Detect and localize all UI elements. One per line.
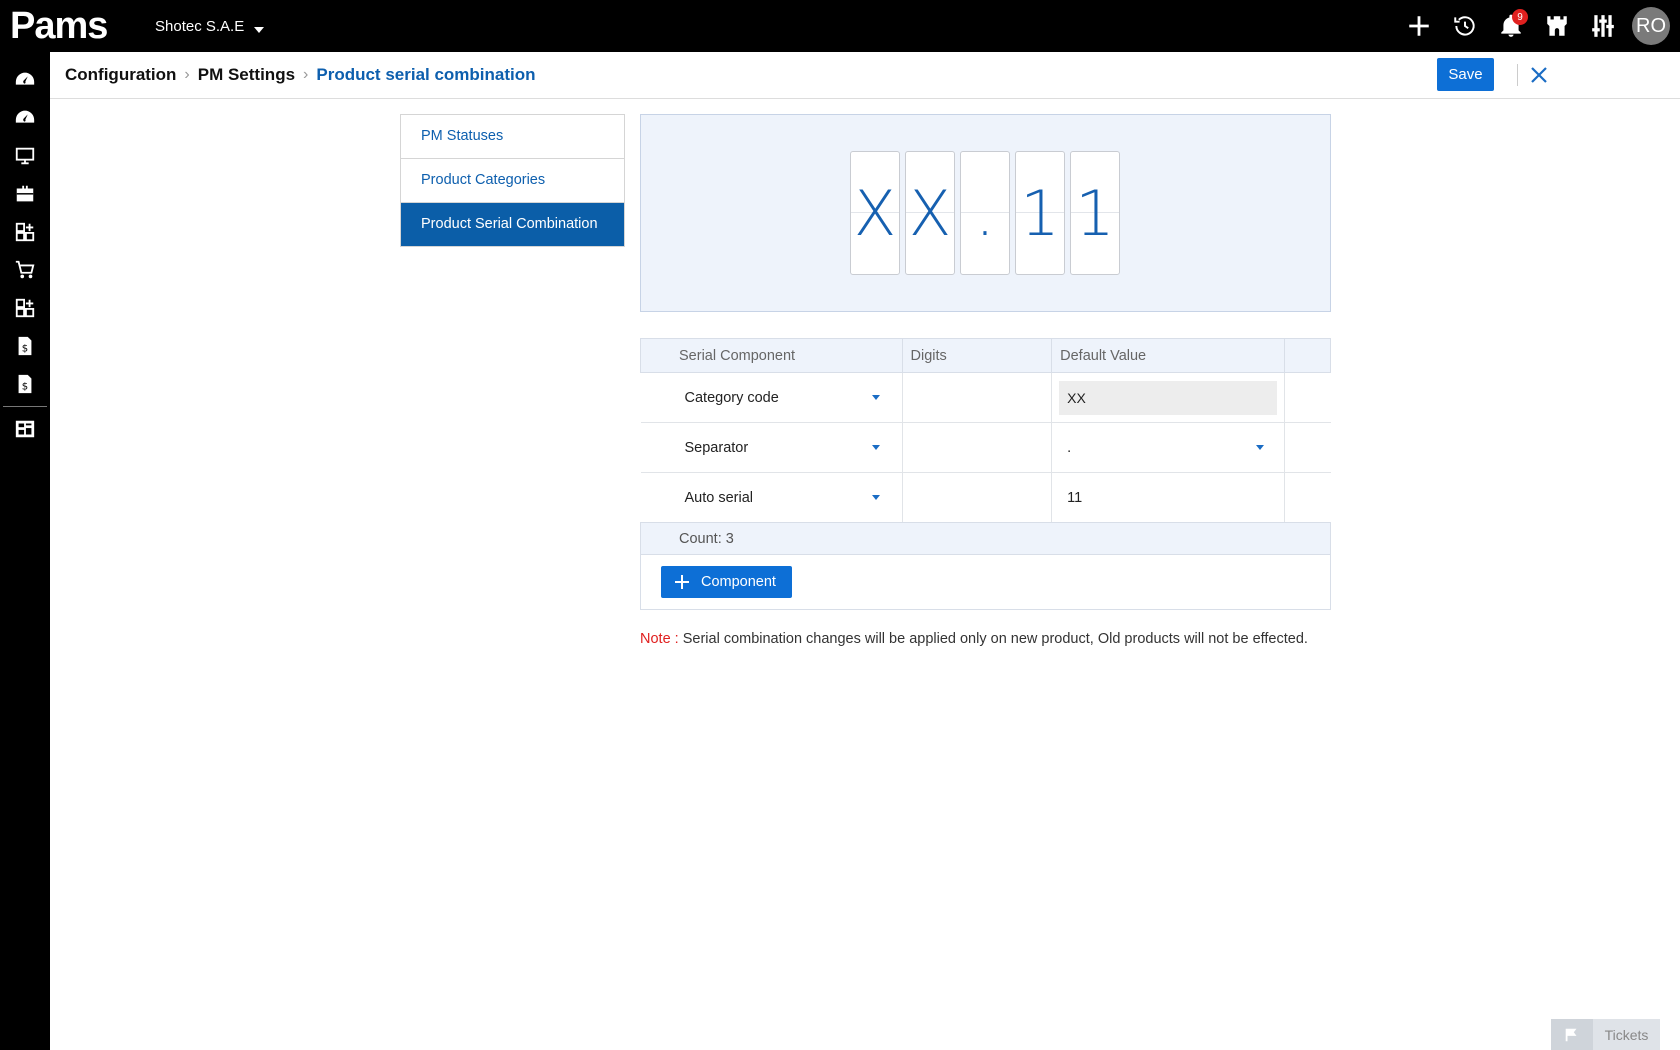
notifications-badge: 9 [1512, 9, 1528, 25]
chevron-right-icon: › [303, 66, 309, 83]
header-digits: Digits [901, 338, 1053, 373]
serial-components-table: Serial Component Digits Default Value Ca… [640, 338, 1331, 523]
table-row: Auto serial 11 [640, 472, 1331, 523]
breadcrumb-configuration[interactable]: Configuration [65, 65, 176, 85]
settings-sliders-icon[interactable] [1580, 0, 1626, 52]
left-nav-rail: $ $ [0, 52, 50, 1050]
save-button[interactable]: Save [1437, 58, 1494, 91]
header-default-value: Default Value [1051, 338, 1286, 373]
component-select[interactable]: Separator [641, 440, 902, 456]
component-value: Separator [684, 439, 749, 456]
cart-icon[interactable] [0, 251, 50, 289]
note-label: Note : [640, 631, 679, 647]
preview-char: . [960, 151, 1010, 275]
castle-icon[interactable] [1534, 0, 1580, 52]
note-text: Note : Serial combination changes will b… [640, 629, 1331, 649]
user-avatar[interactable]: RO [1632, 7, 1670, 45]
modules-icon-2[interactable] [0, 289, 50, 327]
header-serial-component: Serial Component [640, 338, 903, 373]
close-icon[interactable] [1528, 64, 1550, 86]
briefcase-icon[interactable] [0, 175, 50, 213]
default-value-text: 11 [1067, 489, 1083, 506]
chevron-right-icon: › [184, 66, 190, 83]
header-actions [1284, 338, 1331, 373]
invoice-dollar-icon[interactable]: $ [0, 327, 50, 365]
dashboard-gauge-icon[interactable] [0, 61, 50, 99]
caret-down-icon [871, 445, 880, 450]
preview-char: 1 [1015, 151, 1065, 275]
rail-divider [3, 406, 47, 407]
component-value: Auto serial [684, 489, 754, 506]
header-divider [1517, 64, 1518, 86]
default-value: . [1067, 439, 1072, 456]
plus-icon [675, 575, 689, 589]
component-select[interactable]: Category code [641, 390, 902, 406]
monitor-icon[interactable] [0, 137, 50, 175]
add-component-label: Component [701, 574, 776, 590]
modules-icon[interactable] [0, 213, 50, 251]
tickets-label: Tickets [1604, 1026, 1649, 1043]
svg-text:$: $ [22, 344, 28, 355]
component-select[interactable]: Auto serial [641, 490, 902, 506]
history-icon[interactable] [1442, 0, 1488, 52]
company-name: Shotec S.A.E [155, 18, 245, 35]
table-row: Separator . [640, 422, 1331, 473]
settings-menu: PM Statuses Product Categories Product S… [400, 114, 625, 247]
preview-char: X [905, 151, 955, 275]
page-header: Configuration › PM Settings › Product se… [50, 52, 1680, 99]
note-body: Serial combination changes will be appli… [682, 631, 1308, 647]
digits-cell[interactable] [901, 372, 1052, 423]
add-icon[interactable] [1396, 0, 1442, 52]
breadcrumb-current: Product serial combination [316, 65, 536, 84]
app-logo[interactable]: Pams [10, 4, 108, 48]
menu-item-product-categories[interactable]: Product Categories [401, 159, 624, 203]
default-value-input[interactable]: XX [1059, 380, 1278, 415]
svg-text:$: $ [22, 382, 28, 393]
component-value: Category code [684, 389, 779, 406]
digits-cell[interactable] [901, 472, 1052, 523]
caret-down-icon [871, 395, 880, 400]
menu-item-product-serial-combination[interactable]: Product Serial Combination [401, 203, 624, 246]
config-panel-icon[interactable] [0, 410, 50, 448]
invoice-dollar-icon-2[interactable]: $ [0, 365, 50, 403]
chevron-down-icon [254, 26, 265, 33]
notifications-bell-icon[interactable]: 9 [1488, 0, 1534, 52]
preview-char: X [850, 151, 900, 275]
add-component-button[interactable]: Component [661, 566, 792, 598]
company-selector[interactable]: Shotec S.A.E [155, 18, 265, 35]
caret-down-icon [871, 495, 880, 500]
breadcrumb-pm-settings[interactable]: PM Settings [198, 65, 295, 85]
table-row: Category code XX [640, 372, 1331, 423]
flag-icon [1551, 1019, 1593, 1050]
menu-item-pm-statuses[interactable]: PM Statuses [401, 115, 624, 159]
digits-cell[interactable] [901, 422, 1052, 473]
row-actions-cell [1284, 422, 1331, 473]
row-actions-cell [1284, 472, 1331, 523]
row-count: Count: 3 [640, 522, 1331, 555]
logo-text: Pams [10, 4, 108, 47]
row-actions-cell [1284, 372, 1331, 423]
caret-down-icon [1256, 445, 1265, 450]
default-value-select[interactable]: . [1052, 440, 1284, 456]
top-bar: Pams Shotec S.A.E 9 RO [0, 0, 1680, 52]
breadcrumb: Configuration › PM Settings › Product se… [65, 65, 536, 85]
add-component-area: Component [640, 555, 1331, 610]
tickets-button[interactable]: Tickets [1551, 1019, 1660, 1050]
preview-char: 1 [1070, 151, 1120, 275]
serial-preview: X X . 1 1 [640, 114, 1331, 312]
dashboard-gauge-icon-2[interactable] [0, 99, 50, 137]
